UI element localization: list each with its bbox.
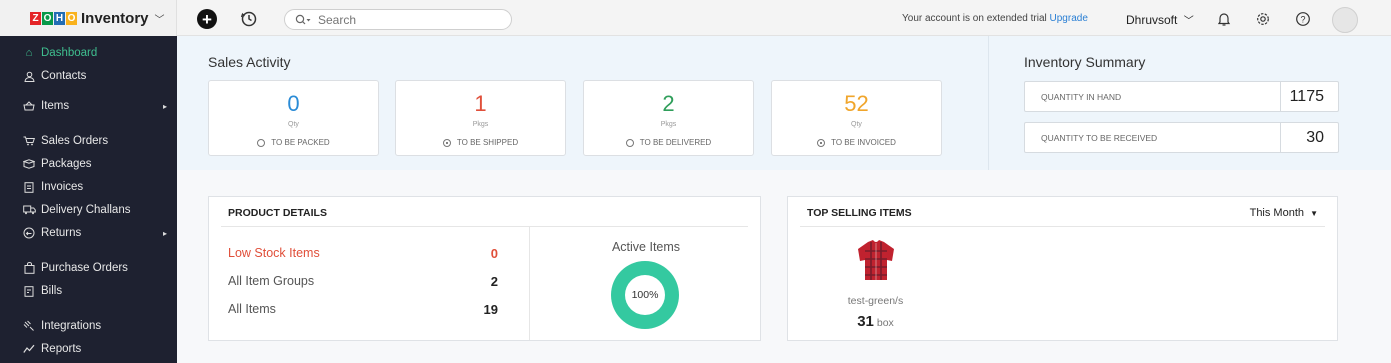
caret-right-icon: ▸	[162, 228, 167, 238]
activity-value: 0	[287, 91, 300, 116]
minus-circle-icon	[625, 138, 634, 147]
caret-right-icon: ▸	[162, 101, 167, 111]
divider	[221, 226, 748, 227]
chevron-down-icon: ﹀	[154, 14, 165, 26]
summary-row-quantity-to-be-received: QUANTITY TO BE RECEIVED 30	[1024, 122, 1339, 153]
quick-create-plus-icon[interactable]: +	[197, 9, 217, 29]
dot-circle-icon	[817, 138, 826, 147]
summary-value: 30	[1280, 123, 1338, 152]
activity-unit: Pkgs	[472, 121, 489, 128]
caret-down-icon: ▼	[1310, 209, 1318, 218]
sales-activity-section: Sales Activity 0 Qty TO BE PACKED 1 Pkgs…	[177, 36, 988, 170]
sidebar-item-reports[interactable]: Reports	[0, 339, 177, 359]
gear-icon[interactable]	[1253, 9, 1273, 29]
period-dropdown[interactable]: This Month ▼	[1250, 207, 1318, 219]
app-name: Inventory	[81, 9, 149, 27]
inventory-summary-title: Inventory Summary	[1024, 54, 1146, 70]
activity-label: TO BE DELIVERED	[584, 138, 753, 147]
home-icon: ⌂	[25, 47, 33, 59]
product-details-title: PRODUCT DETAILS	[228, 207, 327, 219]
activity-card-to-be-invoiced[interactable]: 52 Qty TO BE INVOICED	[771, 80, 942, 156]
bill-icon	[22, 285, 36, 297]
sidebar: ⌂ Dashboard Contacts Items ▸ Sales Order…	[0, 36, 177, 363]
sidebar-item-contacts[interactable]: Contacts	[0, 66, 177, 86]
help-icon[interactable]: ?	[1293, 9, 1313, 29]
activity-unit: Pkgs	[660, 121, 677, 128]
sidebar-item-integrations[interactable]: Integrations	[0, 316, 177, 336]
sidebar-item-bills[interactable]: Bills	[0, 281, 177, 301]
active-items-title: Active Items	[611, 240, 681, 254]
reports-icon	[22, 344, 36, 354]
items-icon	[22, 101, 36, 111]
top-selling-item-qty: 31 box	[857, 313, 894, 330]
recent-history-icon[interactable]	[239, 9, 259, 29]
search-icon	[295, 14, 311, 24]
sidebar-item-packages[interactable]: Packages	[0, 154, 177, 174]
activity-label: TO BE INVOICED	[772, 138, 941, 147]
sidebar-item-purchase-orders[interactable]: Purchase Orders	[0, 258, 177, 278]
search-input[interactable]	[318, 12, 478, 27]
org-switcher[interactable]: Dhruvsoft ﹀	[1126, 12, 1194, 27]
all-items-row[interactable]: All Items 19	[228, 302, 498, 317]
active-items-donut-chart: 100%	[611, 261, 679, 329]
activity-card-to-be-delivered[interactable]: 2 Pkgs TO BE DELIVERED	[583, 80, 754, 156]
chevron-down-icon: ﹀	[1183, 16, 1194, 27]
activity-card-to-be-packed[interactable]: 0 Qty TO BE PACKED	[208, 80, 379, 156]
activity-value: 1	[474, 91, 487, 116]
activity-unit: Qty	[288, 121, 299, 128]
sidebar-item-dashboard[interactable]: ⌂ Dashboard	[0, 43, 177, 63]
cart-icon	[22, 136, 36, 146]
sidebar-item-invoices[interactable]: Invoices	[0, 177, 177, 197]
upgrade-link[interactable]: Upgrade	[1050, 13, 1088, 24]
avatar[interactable]	[1332, 7, 1358, 33]
sidebar-item-items[interactable]: Items ▸	[0, 96, 177, 116]
app-switcher[interactable]: Z O H O Inventory ﹀	[0, 0, 177, 36]
sidebar-item-delivery-challans[interactable]: Delivery Challans	[0, 200, 177, 220]
all-item-groups-row[interactable]: All Item Groups 2	[228, 274, 498, 289]
activity-label: TO BE PACKED	[209, 138, 378, 147]
svg-text:?: ?	[1300, 14, 1305, 24]
zoho-logo: Z O H O	[30, 11, 77, 25]
top-selling-items-title: TOP SELLING ITEMS	[807, 207, 912, 219]
low-stock-items-row[interactable]: Low Stock Items 0	[228, 246, 498, 261]
search-box[interactable]	[284, 9, 512, 30]
returns-icon	[22, 227, 36, 239]
shirt-image	[858, 240, 894, 280]
bag-icon	[22, 262, 36, 274]
activity-label: TO BE SHIPPED	[396, 138, 565, 147]
sidebar-item-returns[interactable]: Returns ▸	[0, 223, 177, 243]
dot-circle-icon	[442, 138, 451, 147]
invoice-icon	[22, 181, 36, 193]
sales-activity-title: Sales Activity	[208, 54, 291, 70]
divider	[800, 226, 1325, 227]
top-selling-item-name: test-green/s	[847, 295, 904, 307]
summary-value: 1175	[1280, 82, 1338, 111]
activity-value: 2	[662, 91, 675, 116]
bell-icon[interactable]	[1214, 9, 1234, 29]
truck-icon	[22, 205, 36, 215]
product-details-panel: PRODUCT DETAILS Low Stock Items 0 All It…	[208, 196, 761, 341]
trial-notice: Your account is on extended trial Upgrad…	[902, 13, 1088, 24]
check-circle-icon	[257, 138, 266, 147]
activity-card-to-be-shipped[interactable]: 1 Pkgs TO BE SHIPPED	[395, 80, 566, 156]
user-icon	[22, 71, 36, 82]
summary-row-quantity-in-hand: QUANTITY IN HAND 1175	[1024, 81, 1339, 112]
package-icon	[22, 159, 36, 169]
top-selling-items-panel: TOP SELLING ITEMS This Month ▼ test-gree…	[787, 196, 1338, 341]
inventory-summary-section: Inventory Summary QUANTITY IN HAND 1175 …	[988, 36, 1391, 170]
integrations-icon	[22, 320, 36, 332]
sidebar-item-sales-orders[interactable]: Sales Orders	[0, 131, 177, 151]
activity-unit: Qty	[851, 121, 862, 128]
top-bar: Z O H O Inventory ﹀ + Your account is on…	[0, 0, 1391, 36]
activity-value: 52	[844, 91, 869, 116]
active-items-percent: 100%	[625, 275, 665, 315]
